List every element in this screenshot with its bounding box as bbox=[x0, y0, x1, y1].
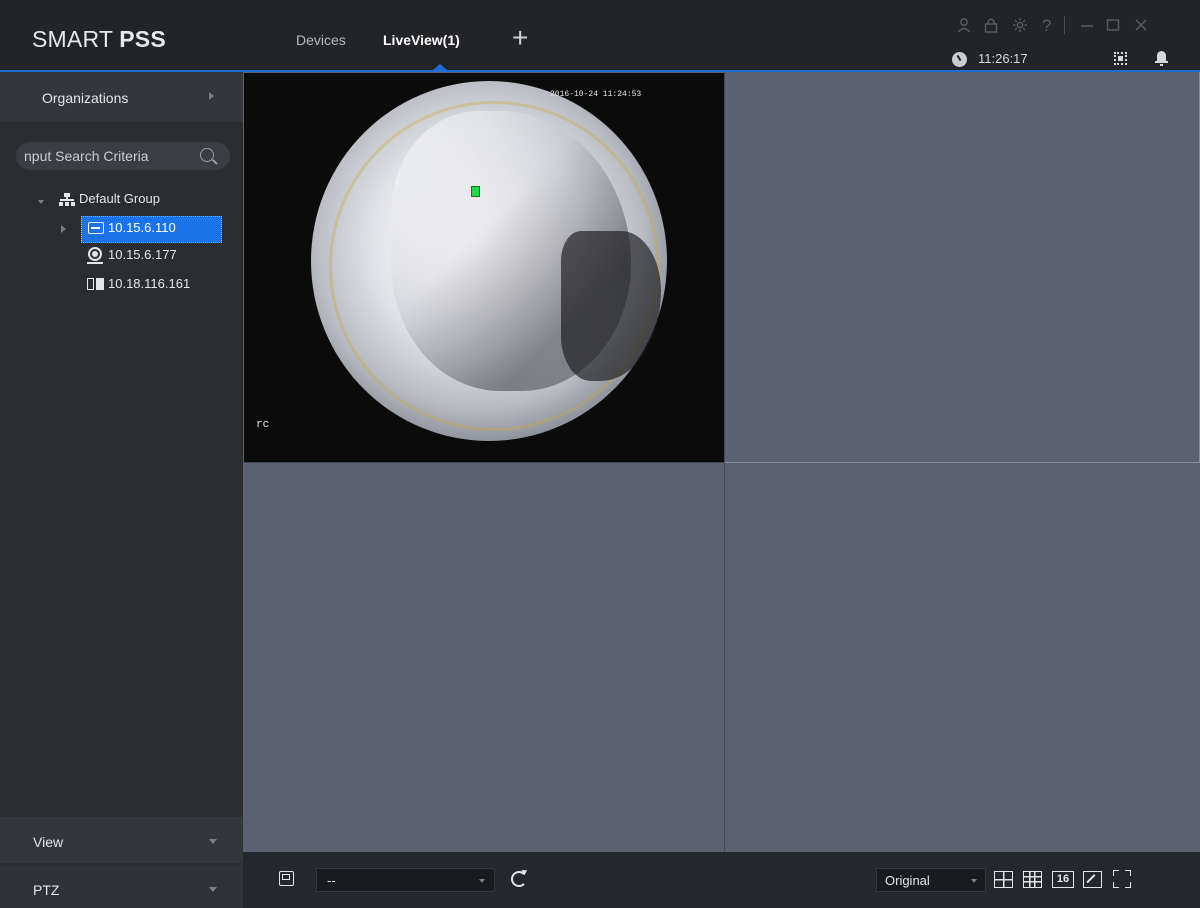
video-grid: 2016-10-24 11:24:53 rc bbox=[243, 72, 1200, 852]
bottom-toolbar: -- Original 16 bbox=[243, 852, 1200, 908]
chevron-down-icon bbox=[971, 879, 977, 883]
system-time: 11:26:17 bbox=[978, 51, 1028, 66]
sidebar: Organizations Default Group 10.15.6.110 … bbox=[0, 72, 243, 908]
help-icon[interactable]: ? bbox=[1042, 17, 1051, 35]
organizations-label: Organizations bbox=[42, 90, 129, 106]
refresh-icon[interactable] bbox=[511, 871, 527, 887]
organizations-header[interactable]: Organizations bbox=[0, 72, 243, 122]
add-tab-button[interactable]: + bbox=[512, 24, 528, 52]
expand-group-arrow-icon[interactable] bbox=[38, 200, 44, 204]
lock-icon[interactable] bbox=[984, 17, 998, 38]
view-select[interactable]: -- bbox=[316, 868, 495, 892]
clock-icon bbox=[952, 52, 967, 67]
search-input[interactable] bbox=[24, 142, 194, 170]
default-group-label[interactable]: Default Group bbox=[79, 191, 160, 206]
maximize-icon[interactable] bbox=[1106, 17, 1120, 38]
device-label-10-15-6-110[interactable]: 10.15.6.110 bbox=[108, 220, 176, 235]
toolbar-divider bbox=[1064, 16, 1065, 34]
video-window-4[interactable] bbox=[725, 463, 1200, 852]
search-icon[interactable] bbox=[200, 148, 214, 162]
device-label-10-15-6-177[interactable]: 10.15.6.177 bbox=[108, 247, 177, 262]
selected-window-border bbox=[725, 72, 1200, 463]
channel-label: rc bbox=[256, 419, 270, 431]
video-window-3[interactable] bbox=[243, 463, 724, 852]
close-icon[interactable] bbox=[1134, 17, 1148, 38]
green-indicator bbox=[471, 186, 480, 197]
cpu-icon[interactable] bbox=[1114, 52, 1127, 65]
stream-ratio-value: Original bbox=[885, 873, 930, 888]
chevron-down-icon bbox=[209, 887, 217, 892]
fisheye-shadow bbox=[561, 231, 661, 381]
minimize-icon[interactable] bbox=[1080, 17, 1094, 38]
fisheye-video-feed bbox=[311, 81, 667, 441]
settings-icon[interactable] bbox=[1012, 17, 1028, 38]
device-label-10-18-116-161[interactable]: 10.18.116.161 bbox=[108, 276, 190, 291]
expand-device-arrow-icon[interactable] bbox=[61, 225, 66, 233]
layout-16-split-button[interactable]: 16 bbox=[1052, 871, 1074, 888]
app-logo: SMART PSS bbox=[32, 26, 166, 52]
alarm-bell-icon[interactable] bbox=[1155, 49, 1168, 66]
video-timestamp: 2016-10-24 11:24:53 bbox=[550, 90, 642, 99]
user-icon[interactable] bbox=[957, 17, 971, 38]
layout-4-split-icon[interactable] bbox=[994, 871, 1013, 888]
nvr-icon bbox=[88, 222, 104, 234]
chevron-down-icon bbox=[479, 879, 485, 883]
view-panel-header[interactable]: View bbox=[0, 817, 243, 863]
video-window-1[interactable]: 2016-10-24 11:24:53 rc bbox=[244, 73, 724, 462]
stream-ratio-select[interactable]: Original bbox=[876, 868, 986, 892]
save-view-icon[interactable] bbox=[279, 871, 294, 886]
title-bar: SMART PSS Devices LiveView(1) + ? 11:26:… bbox=[0, 0, 1200, 72]
chevron-down-icon bbox=[209, 839, 217, 844]
view-label: View bbox=[33, 834, 64, 850]
tab-devices[interactable]: Devices bbox=[296, 32, 346, 48]
camera-icon bbox=[88, 247, 102, 261]
custom-layout-edit-icon[interactable] bbox=[1083, 871, 1102, 888]
ptz-panel-header[interactable]: PTZ bbox=[0, 865, 243, 908]
camera-base-icon bbox=[87, 262, 103, 264]
ptz-label: PTZ bbox=[33, 882, 60, 898]
group-tree-icon bbox=[59, 193, 75, 207]
device-search bbox=[16, 142, 230, 170]
tab-liveview[interactable]: LiveView(1) bbox=[383, 32, 460, 48]
view-select-value: -- bbox=[327, 873, 336, 888]
layout-9-split-icon[interactable] bbox=[1023, 871, 1042, 888]
fullscreen-icon[interactable] bbox=[1113, 870, 1131, 888]
chevron-right-icon bbox=[209, 92, 214, 100]
door-station-icon bbox=[87, 278, 104, 290]
